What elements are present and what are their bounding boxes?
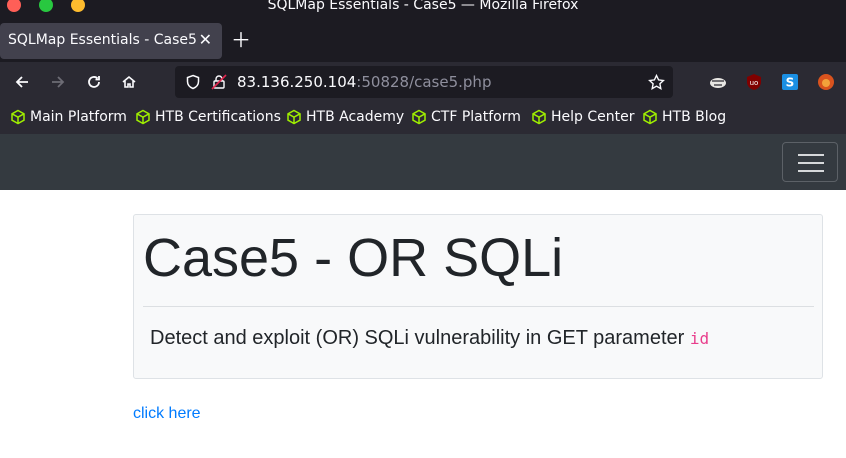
bookmark-star-icon xyxy=(648,74,665,90)
url-host: 83.136.250.104 xyxy=(237,73,357,91)
lead-text: Detect and exploit (OR) SQLi vulnerabili… xyxy=(150,327,709,350)
bookmarks-toolbar: Main Platform HTB Certifications HTB Aca… xyxy=(0,102,846,134)
url-bar[interactable]: 83.136.250.104:50828/case5.php xyxy=(175,66,673,98)
navbar-toggler-button[interactable] xyxy=(782,142,838,182)
bookmark-label: HTB Academy xyxy=(306,109,405,125)
svg-text:uo: uo xyxy=(750,79,759,87)
bookmark-label: Main Platform xyxy=(30,109,127,125)
bookmark-label: HTB Blog xyxy=(662,109,727,125)
tab-label: SQLMap Essentials - Case5 xyxy=(8,32,197,48)
s-extension-icon[interactable]: S xyxy=(781,73,799,91)
arrow-right-icon xyxy=(52,76,65,88)
hackthebox-cube-icon xyxy=(643,109,657,125)
bookmark-htb-academy[interactable]: HTB Academy xyxy=(286,109,404,125)
reload-icon xyxy=(88,76,100,88)
ublock-icon[interactable]: uo xyxy=(745,73,763,91)
shield-icon xyxy=(186,74,200,90)
window-titlebar: SQLMap Essentials - Case5 — Mozilla Fire… xyxy=(0,0,846,14)
insecure-lock-icon xyxy=(211,74,227,90)
url-path: :50828/case5.php xyxy=(356,73,492,91)
click-here-link[interactable]: click here xyxy=(133,405,201,423)
back-button[interactable] xyxy=(10,70,34,94)
window-title: SQLMap Essentials - Case5 — Mozilla Fire… xyxy=(267,0,579,13)
bookmark-htb-blog[interactable]: HTB Blog xyxy=(642,109,726,125)
home-icon xyxy=(122,75,136,88)
hackthebox-cube-icon xyxy=(136,109,150,125)
page-title: Case5 - OR SQLi xyxy=(143,228,564,288)
home-button[interactable] xyxy=(117,70,141,94)
forward-button[interactable] xyxy=(46,70,70,94)
bookmark-ctf-platform[interactable]: CTF Platform xyxy=(411,109,521,125)
tab-strip: SQLMap Essentials - Case5 ✕ ＋ xyxy=(0,14,846,62)
new-tab-button[interactable]: ＋ xyxy=(231,28,251,52)
bookmark-label: HTB Certifications xyxy=(155,109,281,125)
lead-description: Detect and exploit (OR) SQLi vulnerabili… xyxy=(150,327,690,349)
tab-close-icon[interactable]: ✕ xyxy=(199,30,212,49)
hackthebox-cube-icon xyxy=(287,109,301,125)
tab-active[interactable]: SQLMap Essentials - Case5 ✕ xyxy=(0,23,222,59)
bookmark-main-platform[interactable]: Main Platform xyxy=(10,109,127,125)
foxyproxy-icon[interactable] xyxy=(817,73,835,91)
divider xyxy=(143,306,814,307)
cookie-extension-icon[interactable] xyxy=(709,73,727,91)
svg-text:S: S xyxy=(786,76,795,90)
hackthebox-cube-icon xyxy=(11,109,25,125)
jumbotron: Case5 - OR SQLi Detect and exploit (OR) … xyxy=(133,214,823,379)
arrow-left-icon xyxy=(15,76,28,88)
site-navbar xyxy=(0,134,846,190)
bookmark-label: CTF Platform xyxy=(431,109,521,125)
bookmark-label: Help Center xyxy=(551,109,635,125)
hackthebox-cube-icon xyxy=(412,109,426,125)
reload-button[interactable] xyxy=(82,70,106,94)
hackthebox-cube-icon xyxy=(532,109,546,125)
hamburger-icon xyxy=(798,154,824,156)
param-code: id xyxy=(689,329,710,348)
bookmark-help-center[interactable]: Help Center xyxy=(531,109,635,125)
nav-toolbar: 83.136.250.104:50828/case5.php uo S xyxy=(0,62,846,102)
bookmark-htb-certifications[interactable]: HTB Certifications xyxy=(135,109,281,125)
url-text: 83.136.250.104:50828/case5.php xyxy=(237,73,491,91)
